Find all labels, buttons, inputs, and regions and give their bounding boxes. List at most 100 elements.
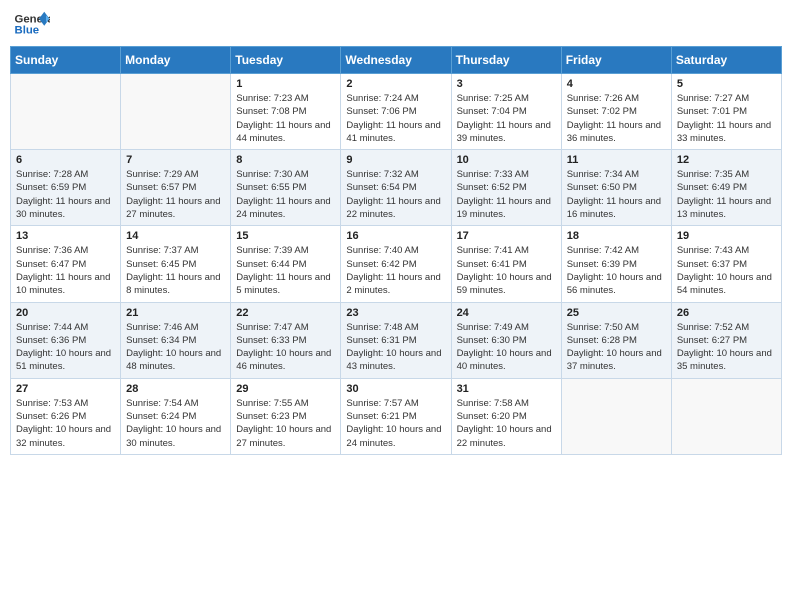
calendar-cell: 15 Sunrise: 7:39 AM Sunset: 6:44 PM Dayli… (231, 226, 341, 302)
calendar-cell: 29Sunrise: 7:55 AM Sunset: 6:23 PM Dayli… (231, 378, 341, 454)
calendar-cell: 13Sunrise: 7:36 AM Sunset: 6:47 PM Dayli… (11, 226, 121, 302)
day-number: 31 (457, 383, 556, 395)
day-number: 11 (567, 154, 666, 166)
calendar-cell: 23 Sunrise: 7:48 AM Sunset: 6:31 PM Dayli… (341, 302, 451, 378)
day-number: 8 (236, 154, 335, 166)
day-info: Sunrise: 7:27 AM Sunset: 7:01 PM Dayligh… (677, 92, 776, 145)
day-info: Sunrise: 7:35 AM Sunset: 6:49 PM Dayligh… (677, 168, 776, 221)
day-info: Sunrise: 7:55 AM Sunset: 6:23 PM Dayligh… (236, 397, 335, 450)
calendar-cell: 26 Sunrise: 7:52 AM Sunset: 6:27 PM Dayli… (671, 302, 781, 378)
day-number: 22 (236, 307, 335, 319)
day-info: Sunrise: 7:41 AM Sunset: 6:41 PM Dayligh… (457, 244, 556, 297)
day-info: Sunrise: 7:53 AM Sunset: 6:26 PM Dayligh… (16, 397, 115, 450)
calendar-cell: 14 Sunrise: 7:37 AM Sunset: 6:45 PM Dayli… (121, 226, 231, 302)
day-number: 2 (346, 78, 445, 90)
calendar-cell: 19 Sunrise: 7:43 AM Sunset: 6:37 PM Dayli… (671, 226, 781, 302)
calendar-cell: 24 Sunrise: 7:49 AM Sunset: 6:30 PM Dayli… (451, 302, 561, 378)
day-number: 7 (126, 154, 225, 166)
day-number: 12 (677, 154, 776, 166)
calendar-week-row: 13Sunrise: 7:36 AM Sunset: 6:47 PM Dayli… (11, 226, 782, 302)
calendar-week-row: 27Sunrise: 7:53 AM Sunset: 6:26 PM Dayli… (11, 378, 782, 454)
day-header-saturday: Saturday (671, 47, 781, 74)
day-info: Sunrise: 7:30 AM Sunset: 6:55 PM Dayligh… (236, 168, 335, 221)
day-info: Sunrise: 7:24 AM Sunset: 7:06 PM Dayligh… (346, 92, 445, 145)
calendar-cell: 22 Sunrise: 7:47 AM Sunset: 6:33 PM Dayli… (231, 302, 341, 378)
day-info: Sunrise: 7:58 AM Sunset: 6:20 PM Dayligh… (457, 397, 556, 450)
calendar-cell: 2 Sunrise: 7:24 AM Sunset: 7:06 PM Daylig… (341, 74, 451, 150)
day-number: 3 (457, 78, 556, 90)
day-number: 13 (16, 230, 115, 242)
day-header-friday: Friday (561, 47, 671, 74)
day-number: 26 (677, 307, 776, 319)
page-header: General Blue (10, 10, 782, 38)
day-number: 1 (236, 78, 335, 90)
day-info: Sunrise: 7:29 AM Sunset: 6:57 PM Dayligh… (126, 168, 225, 221)
logo: General Blue (14, 10, 50, 38)
day-info: Sunrise: 7:28 AM Sunset: 6:59 PM Dayligh… (16, 168, 115, 221)
day-number: 19 (677, 230, 776, 242)
day-info: Sunrise: 7:23 AM Sunset: 7:08 PM Dayligh… (236, 92, 335, 145)
calendar-cell: 7 Sunrise: 7:29 AM Sunset: 6:57 PM Daylig… (121, 150, 231, 226)
calendar-cell (121, 74, 231, 150)
calendar-week-row: 1 Sunrise: 7:23 AM Sunset: 7:08 PM Daylig… (11, 74, 782, 150)
calendar-cell: 6Sunrise: 7:28 AM Sunset: 6:59 PM Daylig… (11, 150, 121, 226)
calendar-cell: 10 Sunrise: 7:33 AM Sunset: 6:52 PM Dayli… (451, 150, 561, 226)
calendar-cell: 25Sunrise: 7:50 AM Sunset: 6:28 PM Dayli… (561, 302, 671, 378)
calendar-cell: 8 Sunrise: 7:30 AM Sunset: 6:55 PM Daylig… (231, 150, 341, 226)
day-number: 20 (16, 307, 115, 319)
calendar-cell: 17 Sunrise: 7:41 AM Sunset: 6:41 PM Dayli… (451, 226, 561, 302)
day-number: 25 (567, 307, 666, 319)
calendar-cell: 11 Sunrise: 7:34 AM Sunset: 6:50 PM Dayli… (561, 150, 671, 226)
day-number: 5 (677, 78, 776, 90)
day-header-wednesday: Wednesday (341, 47, 451, 74)
day-info: Sunrise: 7:39 AM Sunset: 6:44 PM Dayligh… (236, 244, 335, 297)
calendar-cell: 28 Sunrise: 7:54 AM Sunset: 6:24 PM Dayli… (121, 378, 231, 454)
day-info: Sunrise: 7:48 AM Sunset: 6:31 PM Dayligh… (346, 321, 445, 374)
calendar-cell: 27Sunrise: 7:53 AM Sunset: 6:26 PM Dayli… (11, 378, 121, 454)
calendar-cell: 30Sunrise: 7:57 AM Sunset: 6:21 PM Dayli… (341, 378, 451, 454)
svg-text:Blue: Blue (15, 25, 40, 37)
day-number: 16 (346, 230, 445, 242)
day-info: Sunrise: 7:47 AM Sunset: 6:33 PM Dayligh… (236, 321, 335, 374)
day-info: Sunrise: 7:44 AM Sunset: 6:36 PM Dayligh… (16, 321, 115, 374)
calendar-cell: 16 Sunrise: 7:40 AM Sunset: 6:42 PM Dayli… (341, 226, 451, 302)
day-info: Sunrise: 7:37 AM Sunset: 6:45 PM Dayligh… (126, 244, 225, 297)
day-info: Sunrise: 7:32 AM Sunset: 6:54 PM Dayligh… (346, 168, 445, 221)
day-header-sunday: Sunday (11, 47, 121, 74)
calendar-cell: 21Sunrise: 7:46 AM Sunset: 6:34 PM Dayli… (121, 302, 231, 378)
day-info: Sunrise: 7:49 AM Sunset: 6:30 PM Dayligh… (457, 321, 556, 374)
calendar-table: SundayMondayTuesdayWednesdayThursdayFrid… (10, 46, 782, 455)
day-info: Sunrise: 7:52 AM Sunset: 6:27 PM Dayligh… (677, 321, 776, 374)
calendar-cell: 5 Sunrise: 7:27 AM Sunset: 7:01 PM Daylig… (671, 74, 781, 150)
day-info: Sunrise: 7:40 AM Sunset: 6:42 PM Dayligh… (346, 244, 445, 297)
calendar-cell: 3 Sunrise: 7:25 AM Sunset: 7:04 PM Daylig… (451, 74, 561, 150)
calendar-week-row: 6Sunrise: 7:28 AM Sunset: 6:59 PM Daylig… (11, 150, 782, 226)
calendar-cell: 18Sunrise: 7:42 AM Sunset: 6:39 PM Dayli… (561, 226, 671, 302)
day-info: Sunrise: 7:57 AM Sunset: 6:21 PM Dayligh… (346, 397, 445, 450)
calendar-week-row: 20 Sunrise: 7:44 AM Sunset: 6:36 PM Dayli… (11, 302, 782, 378)
day-number: 23 (346, 307, 445, 319)
day-number: 21 (126, 307, 225, 319)
day-number: 14 (126, 230, 225, 242)
day-header-monday: Monday (121, 47, 231, 74)
day-number: 4 (567, 78, 666, 90)
day-number: 28 (126, 383, 225, 395)
day-number: 24 (457, 307, 556, 319)
calendar-cell (561, 378, 671, 454)
day-info: Sunrise: 7:54 AM Sunset: 6:24 PM Dayligh… (126, 397, 225, 450)
logo-icon: General Blue (14, 10, 50, 38)
calendar-cell: 31 Sunrise: 7:58 AM Sunset: 6:20 PM Dayli… (451, 378, 561, 454)
day-number: 15 (236, 230, 335, 242)
day-info: Sunrise: 7:33 AM Sunset: 6:52 PM Dayligh… (457, 168, 556, 221)
day-header-tuesday: Tuesday (231, 47, 341, 74)
day-number: 18 (567, 230, 666, 242)
calendar-cell: 1 Sunrise: 7:23 AM Sunset: 7:08 PM Daylig… (231, 74, 341, 150)
day-info: Sunrise: 7:25 AM Sunset: 7:04 PM Dayligh… (457, 92, 556, 145)
day-info: Sunrise: 7:34 AM Sunset: 6:50 PM Dayligh… (567, 168, 666, 221)
day-number: 10 (457, 154, 556, 166)
day-number: 17 (457, 230, 556, 242)
day-info: Sunrise: 7:43 AM Sunset: 6:37 PM Dayligh… (677, 244, 776, 297)
calendar-cell: 12 Sunrise: 7:35 AM Sunset: 6:49 PM Dayli… (671, 150, 781, 226)
calendar-cell: 4Sunrise: 7:26 AM Sunset: 7:02 PM Daylig… (561, 74, 671, 150)
calendar-cell (11, 74, 121, 150)
